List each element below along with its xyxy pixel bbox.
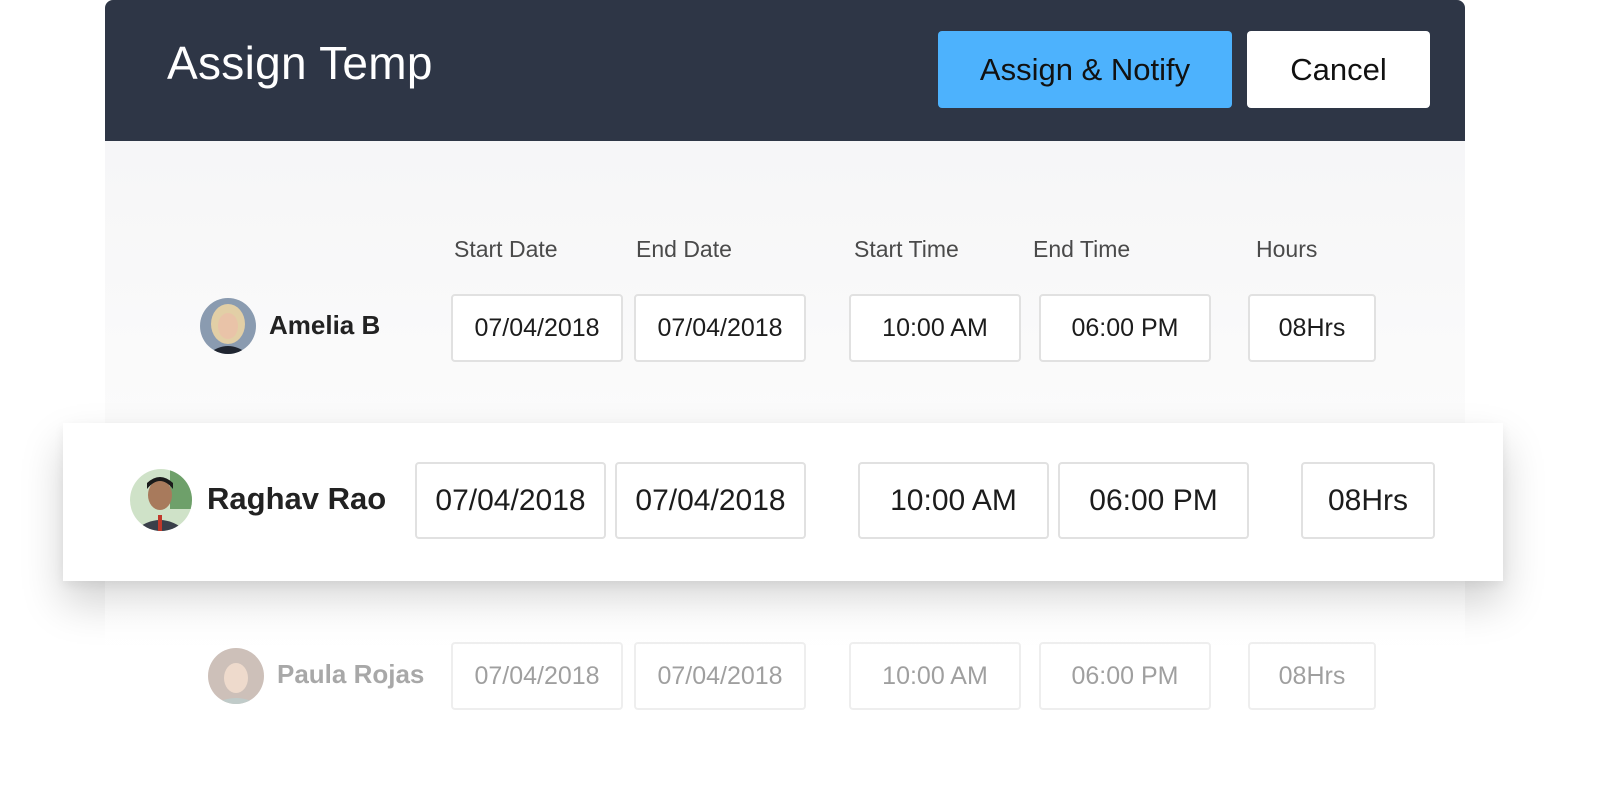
- column-header-start-date: Start Date: [454, 236, 558, 262]
- hours-field[interactable]: 08Hrs: [1301, 462, 1435, 539]
- employee-name: Paula Rojas: [277, 659, 425, 689]
- column-header-end-date: End Date: [636, 236, 732, 262]
- start-date-field[interactable]: 07/04/2018: [451, 294, 623, 362]
- assign-notify-button[interactable]: Assign & Notify: [938, 31, 1232, 108]
- start-time-field[interactable]: 10:00 AM: [849, 294, 1021, 362]
- cancel-button[interactable]: Cancel: [1247, 31, 1430, 108]
- end-date-field[interactable]: 07/04/2018: [634, 294, 806, 362]
- person-photo-icon: [130, 469, 192, 531]
- end-time-field[interactable]: 06:00 PM: [1039, 294, 1211, 362]
- person-photo-icon: [200, 298, 256, 354]
- column-header-end-time: End Time: [1033, 236, 1131, 262]
- end-time-field[interactable]: 06:00 PM: [1058, 462, 1249, 539]
- end-date-field[interactable]: 07/04/2018: [615, 462, 806, 539]
- dialog-title: Assign Temp: [167, 37, 433, 89]
- hours-field[interactable]: 08Hrs: [1248, 294, 1376, 362]
- avatar: [200, 298, 256, 354]
- employee-name: Amelia B: [269, 310, 381, 340]
- employee-name: Raghav Rao: [207, 481, 387, 516]
- avatar: [130, 469, 192, 531]
- column-header-hours: Hours: [1256, 236, 1318, 262]
- assign-temp-stage: Assign Temp Assign & Notify Cancel Start…: [0, 0, 1618, 810]
- start-date-field[interactable]: 07/04/2018: [451, 642, 623, 710]
- start-time-field[interactable]: 10:00 AM: [858, 462, 1049, 539]
- end-date-field[interactable]: 07/04/2018: [634, 642, 806, 710]
- person-photo-icon: [208, 648, 264, 704]
- dialog-header: Assign Temp Assign & Notify Cancel: [105, 0, 1465, 141]
- hours-field[interactable]: 08Hrs: [1248, 642, 1376, 710]
- column-header-start-time: Start Time: [854, 236, 959, 262]
- end-time-field[interactable]: 06:00 PM: [1039, 642, 1211, 710]
- start-time-field[interactable]: 10:00 AM: [849, 642, 1021, 710]
- start-date-field[interactable]: 07/04/2018: [415, 462, 606, 539]
- avatar: [208, 648, 264, 704]
